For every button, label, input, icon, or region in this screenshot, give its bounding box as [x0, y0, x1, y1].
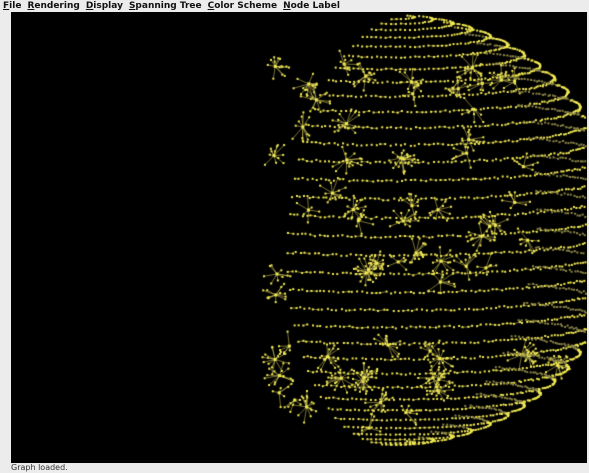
menu-file[interactable]: File [0, 0, 24, 12]
menu-bar: File Rendering Display Spanning Tree Col… [0, 0, 589, 12]
menu-display[interactable]: Display [83, 0, 126, 12]
graph-view[interactable] [11, 12, 587, 463]
menu-color-scheme[interactable]: Color Scheme [205, 0, 280, 12]
menu-rendering[interactable]: Rendering [24, 0, 82, 12]
status-bar: Graph loaded. [0, 463, 589, 473]
menu-spanning-tree[interactable]: Spanning Tree [126, 0, 205, 12]
menu-node-label[interactable]: Node Label [280, 0, 343, 12]
status-text: Graph loaded. [11, 463, 68, 472]
hyperbolic-graph-canvas[interactable] [11, 12, 587, 463]
